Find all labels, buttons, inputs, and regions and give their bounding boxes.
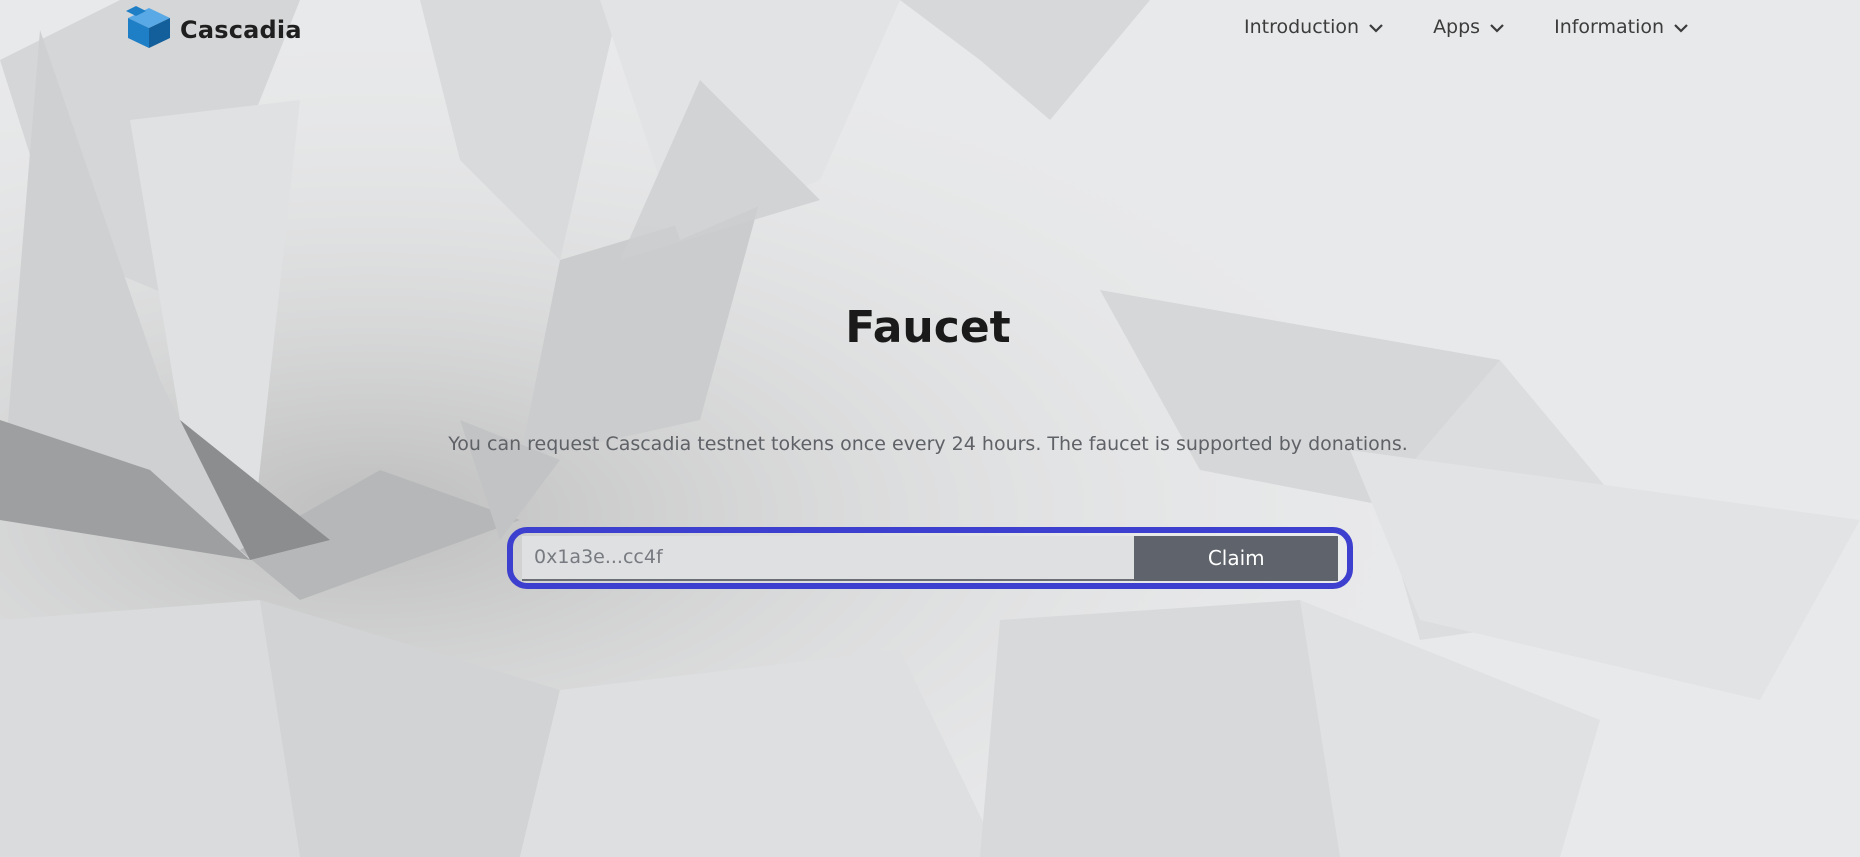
nav-item-introduction[interactable]: Introduction xyxy=(1244,12,1383,42)
main-nav: Introduction Apps Information xyxy=(1244,12,1688,42)
nav-item-information[interactable]: Information xyxy=(1554,12,1688,42)
nav-item-label: Introduction xyxy=(1244,16,1360,38)
claim-form: Claim xyxy=(507,527,1353,589)
wallet-address-input[interactable] xyxy=(522,535,1135,581)
chevron-down-icon xyxy=(1490,16,1504,38)
brand-logo-link[interactable]: Cascadia xyxy=(126,6,302,53)
brand-name: Cascadia xyxy=(180,15,302,44)
background-image xyxy=(0,0,1860,857)
chevron-down-icon xyxy=(1674,16,1688,38)
chevron-down-icon xyxy=(1369,16,1383,38)
nav-item-apps[interactable]: Apps xyxy=(1433,12,1504,42)
site-header: Cascadia Introduction Apps Information xyxy=(0,0,1860,54)
page-description: You can request Cascadia testnet tokens … xyxy=(448,433,1408,455)
nav-item-label: Apps xyxy=(1433,16,1481,38)
cube-logo-icon xyxy=(126,6,172,53)
page-title: Faucet xyxy=(845,302,1011,353)
claim-button[interactable]: Claim xyxy=(1134,535,1338,581)
nav-item-label: Information xyxy=(1554,16,1665,38)
